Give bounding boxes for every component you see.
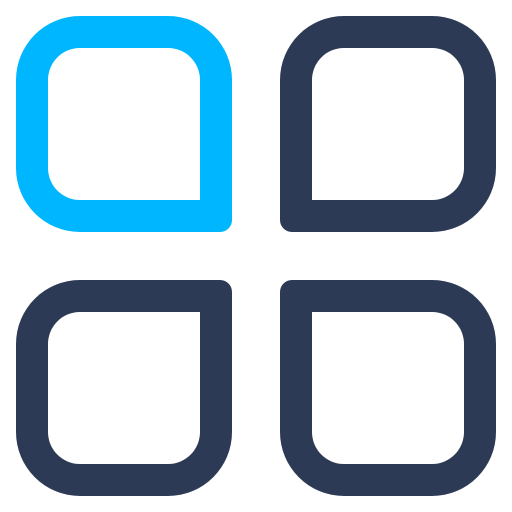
tile-bottom-right-icon <box>280 280 496 496</box>
grid-apps-icon <box>0 0 512 512</box>
tile-bottom-left-icon <box>16 280 232 496</box>
tile-top-right-icon <box>280 16 496 232</box>
tile-top-left-icon <box>16 16 232 232</box>
grid-icon-svg <box>16 16 496 496</box>
